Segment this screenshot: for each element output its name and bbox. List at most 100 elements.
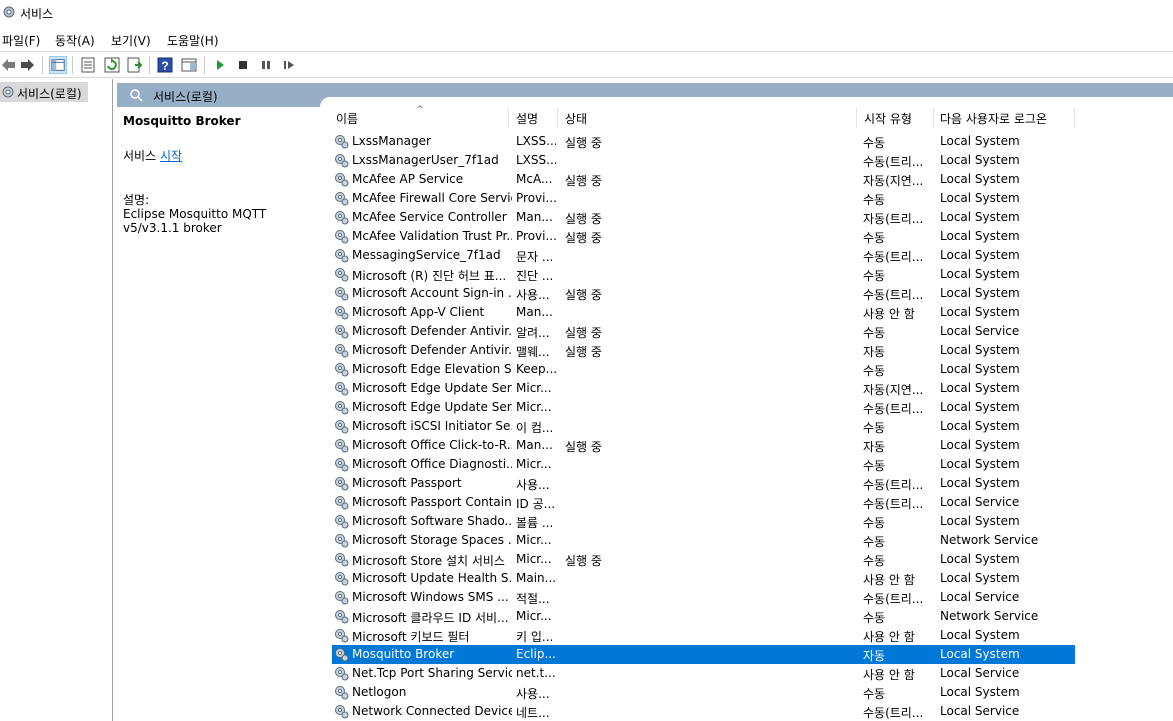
service-logon-cell: Network Service xyxy=(940,533,1039,547)
column-header-status[interactable]: 상태 xyxy=(565,110,587,127)
column-header: ^ 이름 설명 상태 시작 유형 다음 사용자로 로그온 xyxy=(320,104,1173,130)
service-row[interactable]: Microsoft 클라우드 ID 서비... Micr... 수동 Network … xyxy=(332,607,1075,626)
service-gear-icon xyxy=(335,287,349,301)
menu-bar: 파일(F) 동작(A) 보기(V) 도움말(H) xyxy=(0,28,1173,50)
service-startup-type-cell: 수동 xyxy=(863,193,886,207)
service-logon-cell: Local System xyxy=(940,210,1020,224)
service-row[interactable]: Microsoft Edge Update Ser... Micr... 수동(트리… xyxy=(332,398,1075,417)
service-status-cell: 실행 중 xyxy=(565,288,602,302)
service-startup-type-cell: 자동(트리... xyxy=(863,212,924,226)
service-row[interactable]: Microsoft App-V Client Man... 사용 안 함 Local … xyxy=(332,303,1075,322)
service-row[interactable]: Net.Tcp Port Sharing Service net.t... 사용 안… xyxy=(332,664,1075,683)
properties-icon[interactable] xyxy=(79,56,97,74)
service-startup-type-cell: 수동(트리... xyxy=(863,706,924,720)
service-description-cell: McA... xyxy=(516,172,553,186)
service-description-cell: 문자 ... xyxy=(516,250,554,264)
service-row[interactable]: McAfee Service Controller Man... 실행 중 자동(트리… xyxy=(332,208,1075,227)
column-header-description[interactable]: 설명 xyxy=(516,110,538,127)
service-description-cell: 이 컴... xyxy=(516,421,554,435)
service-startup-type-cell: 자동 xyxy=(863,649,886,663)
service-logon-cell: Local System xyxy=(940,400,1020,414)
service-logon-cell: Local System xyxy=(940,305,1020,319)
service-name-cell: Microsoft iSCSI Initiator Se... xyxy=(352,419,512,433)
column-divider[interactable] xyxy=(508,108,509,128)
service-row[interactable]: Microsoft Windows SMS ... 적절... 수동(트리... Lo… xyxy=(332,588,1075,607)
service-gear-icon xyxy=(335,686,349,700)
service-row[interactable]: Microsoft Office Diagnosti... Micr... 수동 Lo… xyxy=(332,455,1075,474)
service-logon-cell: Local System xyxy=(940,286,1020,300)
action-pane-icon[interactable] xyxy=(180,56,198,74)
services-gear-icon xyxy=(3,6,15,18)
service-logon-cell: Local System xyxy=(940,438,1020,452)
menu-view[interactable]: 보기(V) xyxy=(111,32,151,49)
service-row[interactable]: Microsoft Passport Container ID 공... 수동(트리… xyxy=(332,493,1075,512)
service-row[interactable]: Microsoft Edge Update Ser... Micr... 자동(지연… xyxy=(332,379,1075,398)
service-row[interactable]: Microsoft Software Shado... 볼륨 ... 수동 Local… xyxy=(332,512,1075,531)
play-icon[interactable] xyxy=(211,56,229,74)
sort-ascending-icon: ^ xyxy=(416,105,424,115)
service-row[interactable]: Microsoft Account Sign-in ... 사용... 실행 중 수동… xyxy=(332,284,1075,303)
column-header-logon-as[interactable]: 다음 사용자로 로그온 xyxy=(940,110,1047,127)
service-name-cell: Net.Tcp Port Sharing Service xyxy=(352,666,512,680)
service-row[interactable]: Microsoft Office Click-to-R... Man... 실행 중… xyxy=(332,436,1075,455)
service-row[interactable]: Microsoft Edge Elevation S... Keep... 수동 Lo… xyxy=(332,360,1075,379)
service-row[interactable]: McAfee Validation Trust Pr... Provi... 실행 … xyxy=(332,227,1075,246)
toolbar-separator xyxy=(42,56,43,74)
service-row[interactable]: Microsoft Defender Antivir... 맬웨... 실행 중 자동… xyxy=(332,341,1075,360)
back-arrow-icon[interactable] xyxy=(0,56,18,74)
column-divider[interactable] xyxy=(1074,108,1075,128)
toolbar-separator xyxy=(204,56,205,74)
menu-help[interactable]: 도움말(H) xyxy=(167,32,219,49)
service-row[interactable]: LxssManager LXSS... 실행 중 수동 Local System xyxy=(332,132,1075,151)
service-name-cell: Microsoft Store 설치 서비스 xyxy=(352,554,505,568)
column-header-name[interactable]: 이름 xyxy=(336,110,358,127)
pause-icon[interactable] xyxy=(257,56,275,74)
resume-icon[interactable] xyxy=(280,56,298,74)
column-divider[interactable] xyxy=(557,108,558,128)
help-icon[interactable]: ? xyxy=(156,56,174,74)
menu-action[interactable]: 동작(A) xyxy=(55,32,95,49)
service-gear-icon xyxy=(335,458,349,472)
service-row[interactable]: McAfee Firewall Core Service Provi... 수동 Lo… xyxy=(332,189,1075,208)
service-gear-icon xyxy=(335,667,349,681)
tree-item-services-local[interactable]: 서비스(로컬) xyxy=(0,82,88,102)
column-divider[interactable] xyxy=(933,108,934,128)
service-gear-icon xyxy=(335,591,349,605)
service-logon-cell: Local Service xyxy=(940,590,1020,604)
service-description-cell: 네트... xyxy=(516,706,550,720)
service-row[interactable]: Microsoft Defender Antivir... 알려... 실행 중 수동… xyxy=(332,322,1075,341)
stop-icon[interactable] xyxy=(234,56,252,74)
service-startup-type-cell: 수동 xyxy=(863,421,886,435)
service-row[interactable]: MessagingService_7f1ad 문자 ... 수동(트리... Loca… xyxy=(332,246,1075,265)
service-name-cell: Microsoft Software Shado... xyxy=(352,514,512,528)
service-startup-type-cell: 수동 xyxy=(863,326,886,340)
service-row[interactable]: Microsoft Passport 사용... 수동(트리... Local Sys… xyxy=(332,474,1075,493)
show-hide-tree-icon[interactable] xyxy=(49,56,67,74)
service-startup-type-cell: 수동 xyxy=(863,516,886,530)
refresh-icon[interactable] xyxy=(103,56,121,74)
service-row[interactable]: Microsoft (R) 진단 허브 표... 진단 ... 수동 Local Sy… xyxy=(332,265,1075,284)
service-row[interactable]: Microsoft Store 설치 서비스 Micr... 실행 중 수동 Local… xyxy=(332,550,1075,569)
service-description-cell: 사용... xyxy=(516,687,550,701)
service-row[interactable]: Network Connected Device... 네트... 수동(트리...… xyxy=(332,702,1075,721)
service-name-cell: Microsoft Passport xyxy=(352,476,462,490)
service-row[interactable]: McAfee AP Service McA... 실행 중 자동(지연... Local… xyxy=(332,170,1075,189)
export-list-icon[interactable] xyxy=(126,56,144,74)
service-row[interactable]: Mosquitto Broker Eclip... 자동 Local System xyxy=(332,645,1075,664)
column-divider[interactable] xyxy=(856,108,857,128)
service-row[interactable]: LxssManagerUser_7f1ad LXSS... 수동(트리... Loca… xyxy=(332,151,1075,170)
menu-file[interactable]: 파일(F) xyxy=(2,32,40,49)
forward-arrow-icon[interactable] xyxy=(18,56,36,74)
column-header-startup-type[interactable]: 시작 유형 xyxy=(864,110,912,127)
service-row[interactable]: Microsoft Update Health S... Main... 사용 안 … xyxy=(332,569,1075,588)
service-row[interactable]: Microsoft iSCSI Initiator Se... 이 컴... 수동 L… xyxy=(332,417,1075,436)
service-status-cell: 실행 중 xyxy=(565,554,602,568)
service-row[interactable]: Microsoft Storage Spaces ... Micr... 수동 Net… xyxy=(332,531,1075,550)
service-gear-icon xyxy=(335,135,349,149)
service-row[interactable]: Netlogon 사용... 수동 Local System xyxy=(332,683,1075,702)
start-service-link[interactable]: 시작 xyxy=(160,149,182,163)
service-logon-cell: Local System xyxy=(940,381,1020,395)
service-row[interactable]: Microsoft 키보드 필터 키 입... 사용 안 함 Local System xyxy=(332,626,1075,645)
service-gear-icon xyxy=(335,173,349,187)
service-startup-type-cell: 사용 안 함 xyxy=(863,630,915,644)
